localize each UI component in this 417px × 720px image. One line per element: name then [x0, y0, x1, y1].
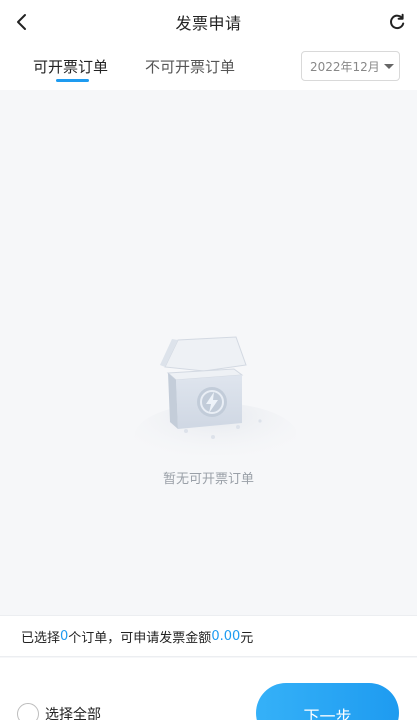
select-all-radio[interactable] [17, 703, 39, 720]
select-all-label: 选择全部 [45, 707, 101, 720]
tab-invoiceable-orders[interactable]: 可开票订单 [33, 56, 108, 77]
selected-count: 0 [60, 628, 69, 644]
summary-suffix: 元 [240, 630, 254, 646]
month-picker-value: 2022年12月 [310, 59, 380, 74]
empty-state-text: 暂无可开票订单 [162, 472, 254, 487]
summary-middle: 个订单，可申请发票金额 [68, 630, 212, 646]
header-bar: 发票申请 [0, 0, 417, 44]
page-title: 发票申请 [175, 14, 242, 33]
refresh-button[interactable] [383, 8, 411, 36]
back-button[interactable] [8, 8, 36, 36]
empty-box-icon [134, 336, 296, 455]
summary-prefix: 已选择 [21, 630, 61, 646]
invoice-apply-screen: 发票申请 可开票订单 不可开票订单 2022年12月 暂无可开票订单 已选择 0… [0, 0, 417, 720]
tab-non-invoiceable-orders[interactable]: 不可开票订单 [145, 56, 235, 77]
invoice-amount: 0.00 [211, 628, 241, 644]
caret-down-icon [384, 64, 394, 69]
next-step-button[interactable]: 下一步 [256, 683, 399, 720]
selection-summary: 已选择 0 个订单，可申请发票金额 0.00 元 [0, 615, 417, 657]
month-picker[interactable]: 2022年12月 [301, 51, 400, 81]
active-tab-indicator [56, 79, 89, 82]
chevron-left-icon [17, 14, 26, 30]
refresh-icon [390, 13, 405, 30]
select-all-toggle[interactable]: 选择全部 [17, 703, 101, 720]
